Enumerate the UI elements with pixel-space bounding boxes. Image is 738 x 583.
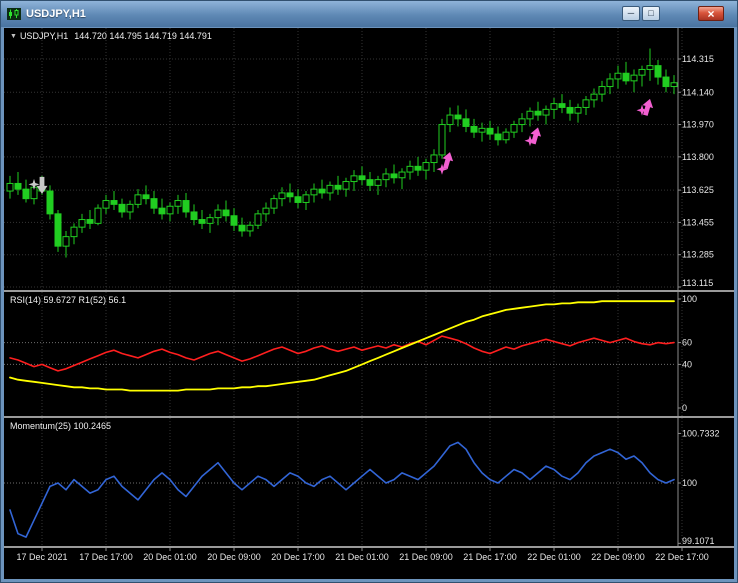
svg-text:113.115: 113.115 [682,278,713,288]
svg-text:100: 100 [682,478,697,488]
svg-text:0: 0 [682,403,687,413]
chart-window-icon [7,8,21,20]
svg-text:21 Dec 09:00: 21 Dec 09:00 [399,552,453,562]
svg-text:60: 60 [682,338,692,348]
svg-text:114.315: 114.315 [682,54,714,64]
titlebar[interactable]: USDJPY,H1 ─ □ × [1,1,737,27]
svg-text:17 Dec 17:00: 17 Dec 17:00 [79,552,133,562]
svg-text:99.1071: 99.1071 [682,536,715,546]
close-icon: × [707,8,714,20]
svg-text:22 Dec 17:00: 22 Dec 17:00 [655,552,709,562]
momentum-panel: 100.733210099.1071 Momentum(25) 100.2465 [4,418,734,546]
svg-text:113.455: 113.455 [682,217,714,227]
svg-text:20 Dec 17:00: 20 Dec 17:00 [271,552,325,562]
svg-text:114.140: 114.140 [682,87,714,97]
svg-text:100: 100 [682,294,697,304]
main-chart-panel: 114.315 114.140 113.970 113.800 113.625 113.4… [4,28,734,290]
svg-text:21 Dec 17:00: 21 Dec 17:00 [463,552,517,562]
svg-text:17 Dec 2021: 17 Dec 2021 [16,552,67,562]
window-title: USDJPY,H1 [26,8,86,20]
main-chart-canvas[interactable]: 114.315 114.140 113.970 113.800 113.625 113.4… [4,28,734,290]
svg-text:113.970: 113.970 [682,120,714,130]
rsi-panel: 10060400 RSI(14) 59.6727 R1(52) 56.1 [4,292,734,416]
svg-text:20 Dec 01:00: 20 Dec 01:00 [143,552,197,562]
svg-text:22 Dec 09:00: 22 Dec 09:00 [591,552,645,562]
minimize-button[interactable]: ─ [622,6,640,21]
rsi-canvas[interactable]: 100 60 40 0 [4,292,734,416]
maximize-button[interactable]: □ [642,6,660,21]
svg-text:22 Dec 01:00: 22 Dec 01:00 [527,552,581,562]
svg-text:113.625: 113.625 [682,185,714,195]
svg-text:40: 40 [682,359,692,369]
chart-window: USDJPY,H1 ─ □ × 114.315 114.140 113.970 113… [0,0,738,583]
svg-text:20 Dec 09:00: 20 Dec 09:00 [207,552,261,562]
svg-text:100.7332: 100.7332 [682,428,720,438]
maximize-icon: □ [648,9,653,18]
chart-client: 114.315 114.140 113.970 113.800 113.625 113.4… [4,28,734,579]
svg-text:21 Dec 01:00: 21 Dec 01:00 [335,552,389,562]
svg-text:113.285: 113.285 [682,250,714,260]
time-axis[interactable]: 17 Dec 2021 17 Dec 17:00 20 Dec 01:00 20 De… [4,548,734,579]
svg-text:113.800: 113.800 [682,152,714,162]
minimize-icon: ─ [628,9,634,18]
close-button[interactable]: × [698,6,724,21]
time-axis-canvas[interactable]: 17 Dec 2021 17 Dec 17:00 20 Dec 01:00 20 De… [4,548,734,579]
momentum-canvas[interactable]: 100.7332 100 99.1071 [4,418,734,546]
